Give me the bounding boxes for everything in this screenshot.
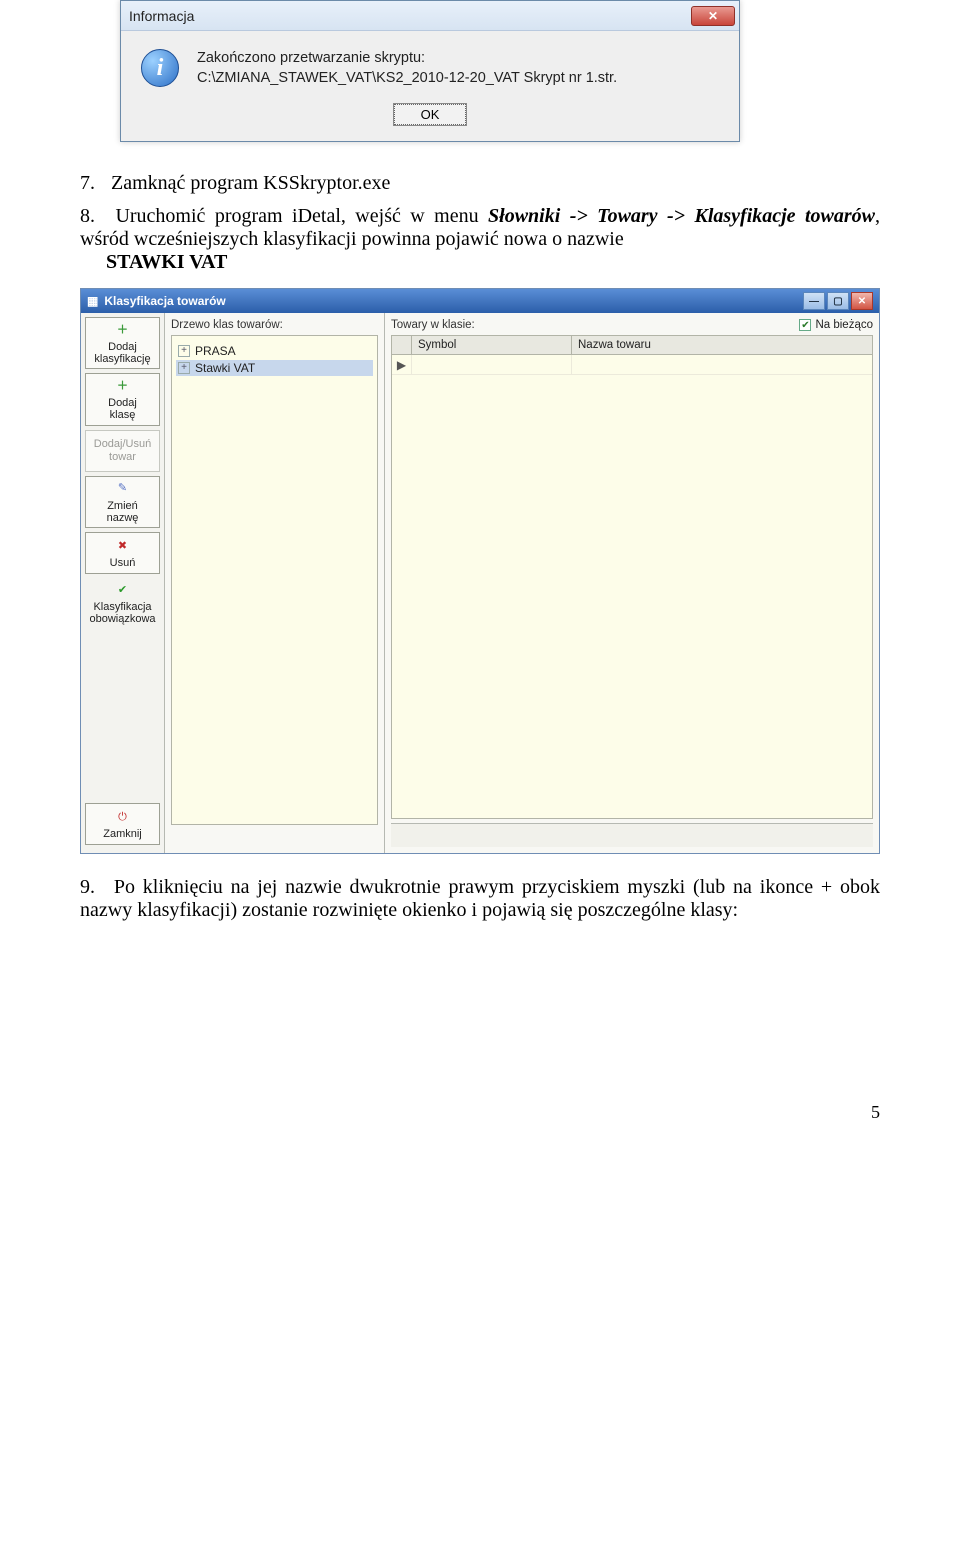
step-7: 7. Zamknąć program KSSkryptor.exe: [80, 172, 880, 195]
step-9-text: Po kliknięciu na jej nazwie dwukrotnie p…: [80, 876, 880, 921]
dialog-msg-line1: Zakończono przetwarzanie skryptu:: [197, 49, 617, 69]
btn-label: Usuń: [110, 557, 136, 569]
class-tree[interactable]: + PRASA + Stawki VAT: [171, 335, 378, 825]
dialog-body: i Zakończono przetwarzanie skryptu: C:\Z…: [121, 31, 739, 96]
row-indicator-icon: ▶: [392, 355, 412, 374]
ok-button[interactable]: OK: [394, 104, 467, 125]
dialog-message: Zakończono przetwarzanie skryptu: C:\ZMI…: [197, 49, 617, 88]
info-dialog: Informacja ✕ i Zakończono przetwarzanie …: [120, 0, 740, 142]
power-icon: ⏻: [114, 808, 132, 826]
expand-icon[interactable]: +: [178, 362, 190, 374]
goods-grid[interactable]: Symbol Nazwa towaru ▶: [391, 335, 873, 819]
grid-col-marker: [392, 336, 412, 354]
cell-name: [572, 355, 872, 374]
dialog-titlebar[interactable]: Informacja ✕: [121, 1, 739, 31]
app-titlebar[interactable]: ▦ Klasyfikacja towarów — ▢ ✕: [81, 289, 879, 313]
grid-row-current[interactable]: ▶: [392, 355, 872, 375]
close-window-icon[interactable]: ✕: [851, 292, 873, 310]
add-remove-goods-button: Dodaj/Usuń towar: [85, 430, 160, 472]
goods-panel: Towary w klasie: ✔ Na bieżąco Symbol Naz…: [385, 313, 879, 853]
page-number: 5: [80, 1102, 880, 1123]
plus-icon: ＋: [114, 321, 132, 339]
live-checkbox[interactable]: ✔: [799, 319, 811, 331]
btn-label: Dodaj/Usuń towar: [94, 438, 151, 462]
plus-icon: ＋: [114, 377, 132, 395]
tree-panel: Drzewo klas towarów: + PRASA + Stawki VA…: [165, 313, 385, 853]
check-icon: ✔: [114, 581, 132, 599]
step-8-name: STAWKI VAT: [106, 251, 227, 273]
cell-symbol: [412, 355, 572, 374]
rename-button[interactable]: ✎ Zmień nazwę: [85, 476, 160, 528]
step-8-path: Słowniki -> Towary -> Klasyfikacje towar…: [488, 205, 875, 227]
dialog-title-text: Informacja: [129, 8, 194, 24]
close-button[interactable]: ⏻ Zamknij: [85, 803, 160, 845]
grid-header: Symbol Nazwa towaru: [392, 336, 872, 355]
btn-label: Dodaj klasyfikację: [94, 341, 150, 365]
live-label: Na bieżąco: [815, 319, 873, 331]
grid-col-symbol[interactable]: Symbol: [412, 336, 572, 354]
step-8-num: 8.: [80, 205, 106, 228]
grid-col-name[interactable]: Nazwa towaru: [572, 336, 872, 354]
close-icon[interactable]: ✕: [691, 6, 735, 26]
tree-item-stawki-vat[interactable]: + Stawki VAT: [176, 360, 373, 376]
maximize-icon[interactable]: ▢: [827, 292, 849, 310]
classification-window: ▦ Klasyfikacja towarów — ▢ ✕ ＋ Dodaj kla…: [80, 288, 880, 854]
sidebar: ＋ Dodaj klasyfikację ＋ Dodaj klasę Dodaj…: [81, 313, 165, 853]
step-8-lead: Uruchomić program iDetal, wejść w menu: [115, 205, 488, 227]
tree-item-label: Stawki VAT: [195, 361, 255, 375]
tree-item-prasa[interactable]: + PRASA: [176, 343, 373, 359]
app-icon: ▦: [87, 294, 98, 308]
tree-item-label: PRASA: [195, 344, 236, 358]
btn-label: Klasyfikacja obowiązkowa: [89, 601, 155, 625]
info-icon: i: [141, 49, 179, 87]
btn-label: Zmień nazwę: [107, 500, 139, 524]
tree-label: Drzewo klas towarów:: [171, 319, 378, 331]
step-7-text: Zamknąć program KSSkryptor.exe: [111, 172, 390, 194]
status-bar: [391, 823, 873, 847]
delete-button[interactable]: ✖ Usuń: [85, 532, 160, 574]
expand-icon[interactable]: +: [178, 345, 190, 357]
delete-icon: ✖: [114, 537, 132, 555]
step-9: 9. Po kliknięciu na jej nazwie dwukrotni…: [80, 876, 880, 922]
add-classification-button[interactable]: ＋ Dodaj klasyfikację: [85, 317, 160, 369]
mandatory-classification-button[interactable]: ✔ Klasyfikacja obowiązkowa: [85, 578, 160, 628]
step-8: 8. Uruchomić program iDetal, wejść w men…: [80, 205, 880, 274]
step-9-num: 9.: [80, 876, 106, 899]
btn-label: Zamknij: [103, 828, 142, 840]
rename-icon: ✎: [114, 480, 132, 498]
app-title-text: Klasyfikacja towarów: [104, 294, 225, 308]
dialog-msg-line2: C:\ZMIANA_STAWEK_VAT\KS2_2010-12-20_VAT …: [197, 69, 617, 89]
add-class-button[interactable]: ＋ Dodaj klasę: [85, 373, 160, 425]
goods-label: Towary w klasie:: [391, 319, 799, 331]
step-7-num: 7.: [80, 172, 106, 195]
minimize-icon[interactable]: —: [803, 292, 825, 310]
btn-label: Dodaj klasę: [108, 397, 137, 421]
